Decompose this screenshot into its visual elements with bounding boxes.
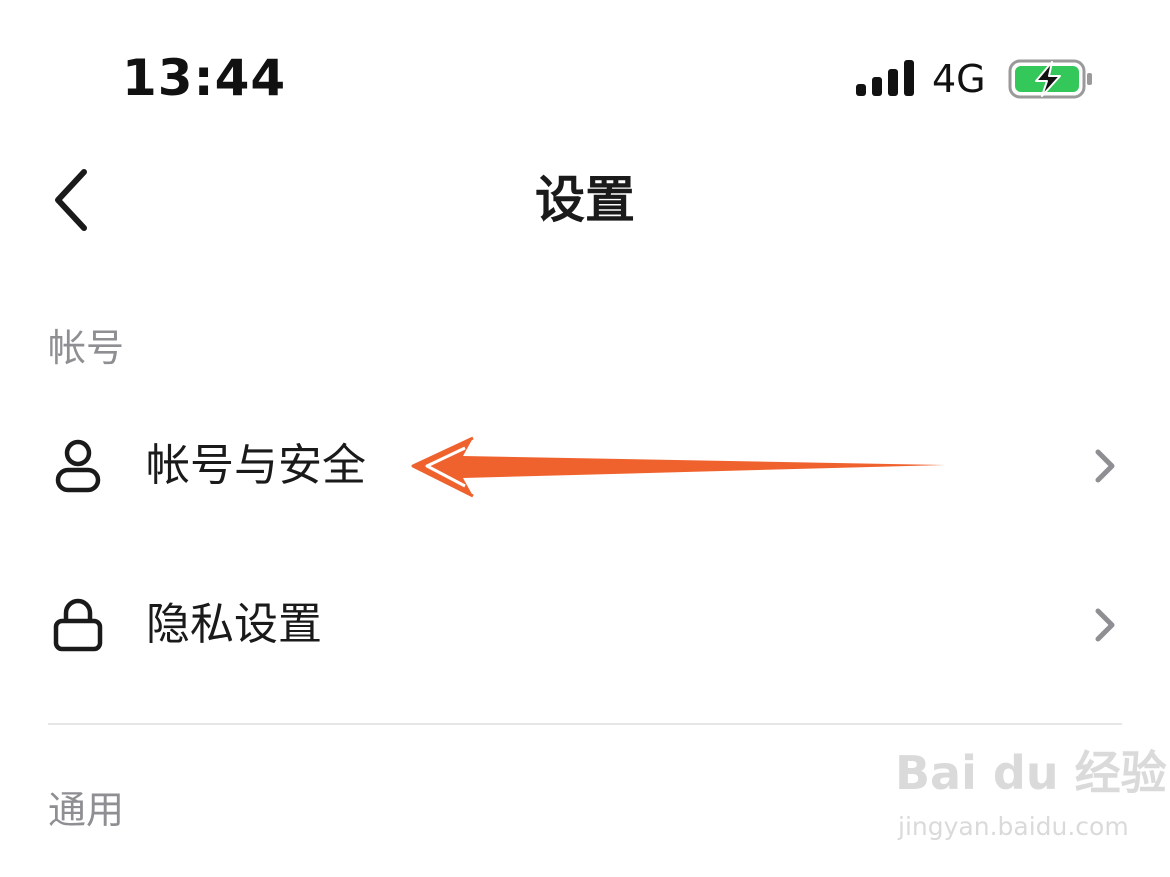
watermark-logo: Bai du 经验: [895, 746, 1167, 800]
section-header-general: 通用: [48, 788, 125, 832]
section-header-account: 帐号: [48, 326, 125, 370]
section-divider: [48, 723, 1122, 725]
chevron-right-icon: [1095, 449, 1115, 483]
battery-charging-icon: [1008, 59, 1092, 99]
user-icon: [55, 439, 101, 493]
lock-icon: [53, 598, 103, 652]
settings-row-privacy[interactable]: 隐私设置: [0, 550, 1170, 700]
chevron-right-icon: [1095, 608, 1115, 642]
settings-row-label: 隐私设置: [146, 599, 322, 650]
watermark-url: jingyan.baidu.com: [898, 812, 1129, 841]
page-title: 设置: [535, 171, 635, 229]
settings-row-label: 帐号与安全: [146, 440, 366, 491]
network-type: 4G: [932, 57, 986, 101]
annotation-arrow-icon: [411, 436, 945, 498]
status-time: 13:44: [122, 49, 287, 107]
signal-bars-icon: [856, 60, 914, 96]
